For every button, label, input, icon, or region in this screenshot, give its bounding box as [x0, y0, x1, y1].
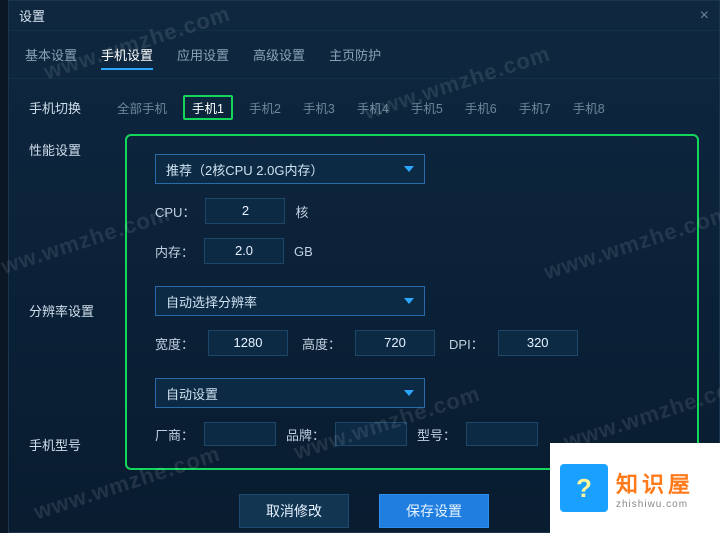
- tab-homepage[interactable]: 主页防护: [329, 41, 381, 70]
- chevron-down-icon: [404, 166, 414, 172]
- logo-url: zhishiwu.com: [616, 499, 694, 510]
- mem-unit: GB: [294, 244, 313, 259]
- chevron-down-icon: [404, 390, 414, 396]
- window-title: 设置: [19, 6, 45, 25]
- phone-tab-1[interactable]: 手机1: [183, 95, 233, 120]
- phone-switch-row: 手机切换 全部手机 手机1 手机2 手机3 手机4 手机5 手机6 手机7 手机…: [29, 95, 699, 120]
- model-label: 手机型号: [29, 429, 109, 454]
- highlight-box: 推荐（2核CPU 2.0G内存） CPU： 2 核 内存： 2.0 GB: [125, 134, 699, 470]
- model-fields: 自动设置 厂商： 品牌： 型号：: [155, 378, 669, 446]
- vendor-label: 厂商：: [155, 425, 194, 444]
- brand-input[interactable]: [335, 422, 407, 446]
- phone-tab-7[interactable]: 手机7: [513, 96, 557, 119]
- phone-tab-5[interactable]: 手机5: [405, 96, 449, 119]
- perf-preset-select[interactable]: 推荐（2核CPU 2.0G内存）: [155, 154, 425, 184]
- phone-tab-4[interactable]: 手机4: [351, 96, 395, 119]
- cpu-unit: 核: [295, 202, 308, 221]
- model-preset-value: 自动设置: [166, 384, 218, 403]
- cpu-label: CPU：: [155, 202, 195, 221]
- model-preset-select[interactable]: 自动设置: [155, 378, 425, 408]
- tab-app[interactable]: 应用设置: [177, 41, 229, 70]
- mem-row: 内存： 2.0 GB: [155, 238, 669, 264]
- model-input[interactable]: [466, 422, 538, 446]
- perf-label: 性能设置: [29, 134, 109, 159]
- dpi-input[interactable]: 320: [498, 330, 578, 356]
- settings-grid: 性能设置 推荐（2核CPU 2.0G内存） CPU： 2 核 内存： 2.0: [29, 134, 699, 470]
- vendor-input[interactable]: [204, 422, 276, 446]
- titlebar: 设置 ×: [9, 1, 719, 31]
- cpu-input[interactable]: 2: [205, 198, 285, 224]
- width-input[interactable]: 1280: [208, 330, 288, 356]
- phone-tab-8[interactable]: 手机8: [567, 96, 611, 119]
- logo-text: 知识屋 zhishiwu.com: [616, 467, 694, 510]
- cancel-button[interactable]: 取消修改: [239, 494, 349, 528]
- tab-basic[interactable]: 基本设置: [25, 41, 77, 70]
- height-input[interactable]: 720: [355, 330, 435, 356]
- res-preset-select[interactable]: 自动选择分辨率: [155, 286, 425, 316]
- tab-phone[interactable]: 手机设置: [101, 41, 153, 70]
- mem-input[interactable]: 2.0: [204, 238, 284, 264]
- logo-icon: [560, 464, 608, 512]
- phone-tab-2[interactable]: 手机2: [243, 96, 287, 119]
- res-preset-value: 自动选择分辨率: [166, 292, 257, 311]
- res-label: 分辨率设置: [29, 295, 109, 320]
- site-logo: 知识屋 zhishiwu.com: [550, 443, 720, 533]
- phone-switch-label: 手机切换: [29, 98, 99, 117]
- width-label: 宽度：: [155, 334, 194, 353]
- perf-preset-value: 推荐（2核CPU 2.0G内存）: [166, 160, 323, 179]
- main-tabs: 基本设置 手机设置 应用设置 高级设置 主页防护: [9, 31, 719, 79]
- phone-tab-all[interactable]: 全部手机: [111, 96, 173, 119]
- res-fields: 自动选择分辨率 宽度： 1280 高度： 720 DPI： 320: [155, 286, 669, 356]
- res-row: 宽度： 1280 高度： 720 DPI： 320: [155, 330, 669, 356]
- logo-cn: 知识屋: [616, 467, 694, 499]
- phone-tab-6[interactable]: 手机6: [459, 96, 503, 119]
- perf-fields: 推荐（2核CPU 2.0G内存） CPU： 2 核 内存： 2.0 GB: [155, 154, 669, 264]
- brand-label: 品牌：: [286, 425, 325, 444]
- close-icon[interactable]: ×: [700, 7, 709, 25]
- dpi-label: DPI：: [449, 334, 484, 353]
- chevron-down-icon: [404, 298, 414, 304]
- height-label: 高度：: [302, 334, 341, 353]
- tab-advanced[interactable]: 高级设置: [253, 41, 305, 70]
- cpu-row: CPU： 2 核: [155, 198, 669, 224]
- model-no-label: 型号：: [417, 425, 456, 444]
- phone-tabs: 全部手机 手机1 手机2 手机3 手机4 手机5 手机6 手机7 手机8: [111, 95, 611, 120]
- phone-tab-3[interactable]: 手机3: [297, 96, 341, 119]
- save-button[interactable]: 保存设置: [379, 494, 489, 528]
- mem-label: 内存：: [155, 242, 194, 261]
